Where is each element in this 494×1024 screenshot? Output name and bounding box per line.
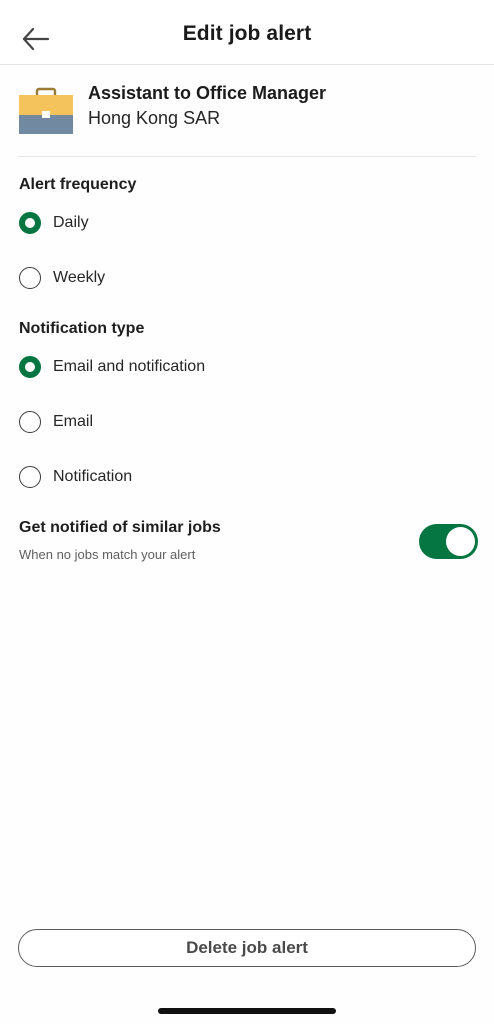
similar-jobs-toggle[interactable] [419,524,478,559]
job-location: Hong Kong SAR [88,108,221,128]
toggle-knob [446,527,475,556]
radio-button-checked[interactable] [19,356,41,378]
notification-type-label: Notification type [19,320,145,337]
radio-label-email: Email [53,413,94,430]
delete-job-alert-button[interactable]: Delete job alert [18,929,476,967]
radio-button-unchecked[interactable] [19,466,41,488]
radio-button-unchecked[interactable] [19,267,41,289]
page-title: Edit job alert [182,22,312,45]
radio-weekly[interactable]: Weekly [19,264,105,292]
home-indicator[interactable] [158,1008,336,1014]
similar-jobs-title: Get notified of similar jobs [19,519,221,536]
radio-button-checked[interactable] [19,212,41,234]
radio-label-weekly: Weekly [53,269,106,286]
radio-button-unchecked[interactable] [19,411,41,433]
job-title: Assistant to Office Manager [88,83,327,103]
radio-email[interactable]: Email [19,408,93,436]
radio-label-notification: Notification [53,468,133,485]
edit-job-alert-screen: Edit job alert Assistant to Office Manag… [0,0,494,1024]
similar-jobs-subtitle: When no jobs match your alert [19,547,196,562]
radio-notification[interactable]: Notification [19,463,132,491]
job-summary: Assistant to Office Manager Hong Kong SA… [18,82,476,157]
radio-label-email-and-notification: Email and notification [53,358,206,375]
briefcase-icon [18,87,74,135]
alert-frequency-label: Alert frequency [19,176,137,193]
top-bar: Edit job alert [0,0,494,65]
radio-label-daily: Daily [53,214,89,231]
radio-email-and-notification[interactable]: Email and notification [19,353,205,381]
radio-daily[interactable]: Daily [19,209,89,237]
